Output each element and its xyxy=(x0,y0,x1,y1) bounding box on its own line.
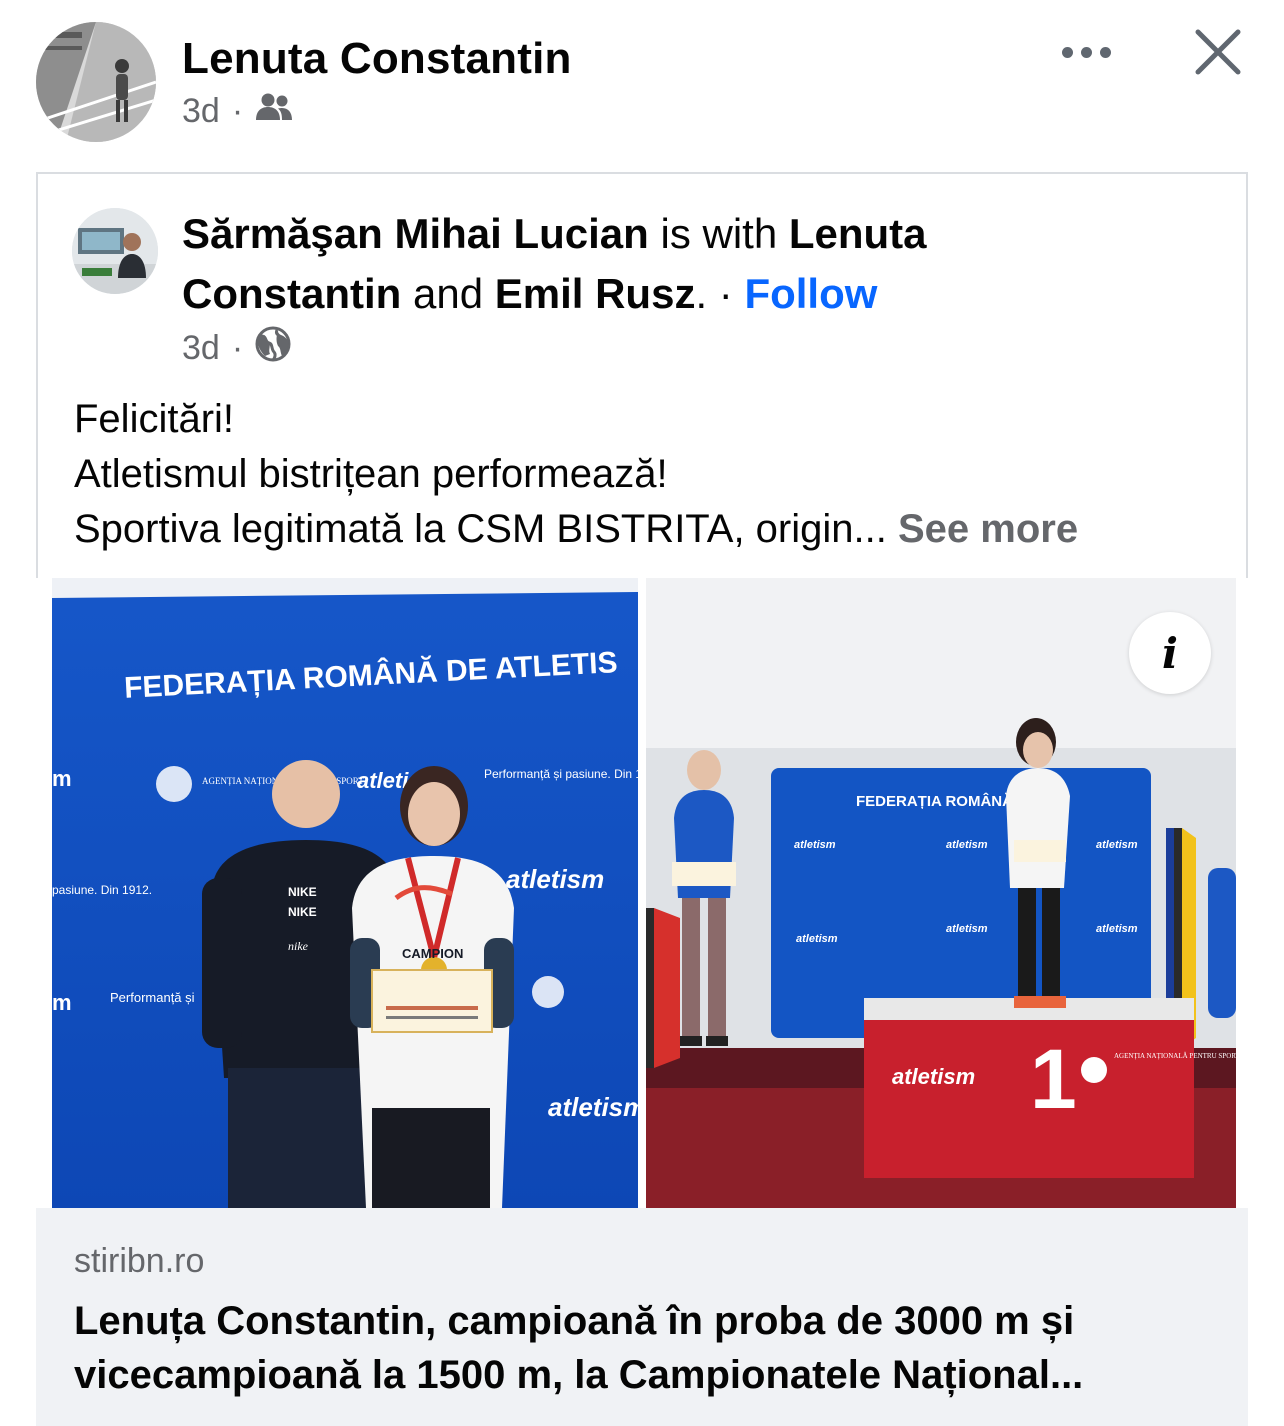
shared-post: Sărmăşan Mihai Lucian is with Lenuta Cons… xyxy=(36,172,1248,578)
svg-text:m: m xyxy=(52,766,72,791)
with-text: is with xyxy=(648,210,789,257)
period: . xyxy=(695,270,708,317)
campion-text: CAMPION xyxy=(402,946,463,961)
svg-text:atletism: atletism xyxy=(548,1092,638,1122)
svg-text:m: m xyxy=(52,990,72,1015)
shared-author-avatar[interactable] xyxy=(72,208,158,294)
link-domain: stiribn.ro xyxy=(74,1242,205,1280)
shirt-text: NIKE xyxy=(288,885,317,899)
shared-author-name[interactable]: Sărmăşan Mihai Lucian xyxy=(182,210,649,257)
svg-text:atletism: atletism xyxy=(794,839,836,851)
see-more-button[interactable]: See more xyxy=(898,507,1078,551)
svg-text:atletism: atletism xyxy=(1096,839,1138,851)
and-text: and xyxy=(401,270,495,317)
shared-post-meta: 3d · xyxy=(182,326,291,371)
post-text-line: Felicitări! xyxy=(74,397,235,441)
info-icon[interactable]: i xyxy=(1129,612,1211,694)
post-text-line: Sportiva legitimată la CSM BISTRITA, ori… xyxy=(74,507,1079,551)
globe-icon xyxy=(255,326,291,371)
close-icon[interactable] xyxy=(1190,24,1246,80)
shared-post-time[interactable]: 3d xyxy=(182,329,220,368)
tagged-user-2[interactable]: Emil Rusz xyxy=(495,270,696,317)
author-avatar[interactable] xyxy=(36,22,156,142)
author-name[interactable]: Lenuta Constantin xyxy=(182,34,572,84)
svg-text:pasiune. Din 1912.: pasiune. Din 1912. xyxy=(52,883,152,897)
tagged-user-1-first[interactable]: Lenuta xyxy=(789,210,927,257)
post-time[interactable]: 3d xyxy=(182,92,220,131)
svg-text:nike: nike xyxy=(288,939,309,953)
tagged-user-1-last[interactable]: Constantin xyxy=(182,270,401,317)
svg-text:NIKE: NIKE xyxy=(288,905,317,919)
banner-text: FEDERAȚIA ROMÂNĂ xyxy=(856,792,1013,810)
slogan-label: Performanță și pasiune. Din 1912. xyxy=(484,767,638,781)
link-preview[interactable]: stiribn.ro Lenuța Constantin, campioană … xyxy=(36,1208,1248,1426)
podium-number: 1 xyxy=(1030,1032,1077,1126)
post-meta: 3d · xyxy=(182,92,293,131)
link-title[interactable]: Lenuța Constantin, campioană în proba de… xyxy=(74,1294,1224,1402)
svg-text:AGENȚIA NAȚIONALĂ PENTRU SPORT: AGENȚIA NAȚIONALĂ PENTRU SPORT xyxy=(1114,1052,1236,1060)
svg-text:atletism: atletism xyxy=(506,864,604,894)
photo-grid: FEDERAȚIA ROMÂNĂ DE ATLETIS m AGENȚIA NA… xyxy=(52,578,1236,1208)
svg-text:Performanță și: Performanță și xyxy=(110,990,195,1005)
more-options-icon[interactable] xyxy=(1056,30,1116,74)
svg-text:atletism: atletism xyxy=(892,1064,975,1089)
shared-post-header: Sărmăşan Mihai Lucian is with Lenuta Cons… xyxy=(182,204,1082,324)
meta-separator: · xyxy=(231,92,244,130)
svg-text:atletism: atletism xyxy=(796,933,838,945)
svg-text:atletism: atletism xyxy=(1096,923,1138,935)
svg-text:atletism: atletism xyxy=(946,923,988,935)
follow-separator: · xyxy=(707,270,745,317)
svg-text:atletism: atletism xyxy=(946,839,988,851)
photo-left[interactable]: FEDERAȚIA ROMÂNĂ DE ATLETIS m AGENȚIA NA… xyxy=(52,578,638,1208)
post-text: Felicitări! Atletismul bistrițean perfor… xyxy=(74,392,1224,557)
friends-icon xyxy=(255,92,293,131)
post-text-line: Atletismul bistrițean performează! xyxy=(74,452,668,496)
follow-button[interactable]: Follow xyxy=(744,270,877,317)
post-header: Lenuta Constantin 3d · xyxy=(0,0,1284,160)
